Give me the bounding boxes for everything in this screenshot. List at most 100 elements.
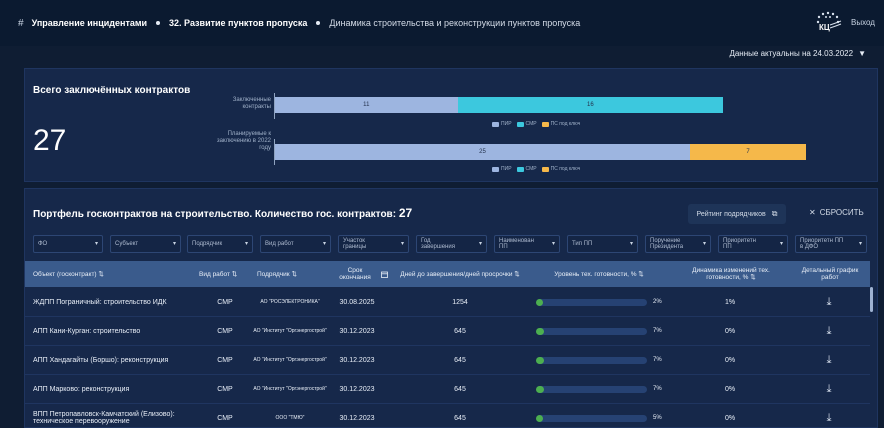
filter-contractor[interactable]: Подрядчик ▾ [187, 235, 253, 253]
chevron-down-icon: ▾ [478, 241, 482, 247]
readiness-progress-fill [536, 299, 543, 306]
filter-fo[interactable]: ФО ▾ [33, 235, 103, 253]
calendar-icon [381, 261, 391, 287]
legend-label: ПС под ключ [550, 121, 581, 127]
cell-dynamics: 0% [724, 385, 736, 393]
portfolio-title-text: Портфель госконтрактов на строительство.… [33, 209, 397, 220]
column-header-contractor[interactable]: Подрядчик ⇅ [257, 261, 321, 287]
readiness-progress-bar [536, 386, 647, 393]
cell-work-type: СМР [217, 298, 233, 306]
readiness-progress-fill [536, 415, 543, 422]
reset-label: СБРОСИТЬ [819, 208, 864, 217]
cell-contractor: АО "Институт "Оргэнергострой" [253, 327, 327, 334]
cell-readiness-value: 5% [653, 414, 662, 421]
reset-filters-button[interactable]: ✕ СБРОСИТЬ [809, 208, 864, 217]
column-header-object[interactable]: Объект (госконтракт) ⇅ [33, 261, 193, 287]
contractor-rating-button[interactable]: Рейтинг подрядчиков ⧉ [688, 204, 786, 224]
legend-label: СМР [525, 121, 537, 127]
bar-value-label: 7 [746, 149, 750, 155]
cell-contractor: АО "Институт "Оргэнергострой" [253, 356, 327, 363]
table-row[interactable]: АПП Марково: реконструкция СМР АО "Институ… [25, 375, 870, 404]
table-row[interactable]: АПП Кани-Курган: строительство СМР АО "Инс… [25, 317, 870, 346]
breadcrumb-separator [156, 21, 161, 25]
column-header-dynamics[interactable]: Динамика изменений тех. готовности, % ⇅ [679, 261, 783, 287]
download-icon[interactable]: ⤓ [817, 317, 841, 345]
chevron-down-icon: ▾ [629, 241, 633, 247]
bar-value-label: 16 [587, 102, 594, 108]
column-header-readiness[interactable]: Уровень тех. готовности, % ⇅ [525, 261, 673, 287]
summary-total: 27 [33, 124, 67, 157]
column-header-deadline[interactable]: Срок окончания [331, 261, 379, 287]
legend-label: ПС под ключ [550, 166, 581, 172]
column-header-days[interactable]: Дней до завершения/дней просрочки ⇅ [397, 261, 523, 287]
bar-value-label: 11 [363, 102, 370, 108]
table-header: Объект (госконтракт) ⇅ Вид работ ⇅ Подря… [25, 261, 870, 287]
readiness-progress-bar [536, 357, 647, 364]
filter-completion-year[interactable]: Год завершения ▾ [416, 235, 487, 253]
download-icon[interactable]: ⤓ [817, 288, 841, 316]
cell-object: АПП Кани-Курган: строительство [33, 327, 141, 335]
column-header-schedule: Детальный график работ [801, 267, 859, 281]
legend-swatch-turnkey [541, 121, 549, 127]
cell-deadline: 30.08.2025 [339, 298, 375, 306]
cell-days: 645 [454, 385, 466, 393]
top-bar: # Управление инцидентами 32. Развитие пу… [0, 0, 884, 46]
cell-dynamics: 1% [724, 298, 736, 306]
cell-work-type: СМР [217, 356, 233, 364]
breadcrumb: # Управление инцидентами 32. Развитие пу… [18, 18, 580, 29]
cell-dynamics: 0% [724, 356, 736, 364]
contracts-summary-panel: Всего заключённых контрактов 27 Заключен… [24, 68, 878, 182]
column-header-work-type[interactable]: Вид работ ⇅ [199, 261, 243, 287]
filter-label: Поручение Президента [650, 238, 684, 250]
download-icon[interactable]: ⤓ [817, 404, 841, 428]
table-scrollbar[interactable] [870, 287, 873, 312]
bar-value-label: 25 [479, 149, 486, 155]
chevron-down-icon: ▾ [858, 241, 862, 247]
filter-label: Субъект [115, 241, 139, 247]
hash-icon: # [18, 17, 24, 29]
download-icon[interactable]: ⤓ [817, 346, 841, 374]
filter-checkpoint-type[interactable]: Тип ПП ▾ [567, 235, 638, 253]
cell-contractor: АО "РОСЭЛЕКТРОНИКА" [260, 298, 320, 305]
table-row[interactable]: АПП Хандагайты (Боршо): реконструкция СМР… [25, 346, 870, 375]
bar-segment-pir: 25 [275, 144, 690, 160]
filter-border-section[interactable]: Участок границы ▾ [338, 235, 409, 253]
filter-work-type[interactable]: Вид работ ▾ [260, 235, 331, 253]
bar-planned: 25 7 [275, 144, 807, 160]
breadcrumb-current: Динамика строительства и реконструкции п… [329, 18, 581, 28]
logout-link[interactable]: Выход [851, 18, 875, 27]
readiness-progress-fill [536, 328, 544, 335]
data-actual-date[interactable]: Данные актуальны на 24.03.2022 ▼ [729, 47, 866, 59]
legend-label: ПИР [501, 166, 512, 172]
filter-checkpoint-name[interactable]: Наименован ПП ▾ [494, 235, 560, 253]
filter-priority-checkpoint[interactable]: Приоритетн ПП ▾ [718, 235, 788, 253]
cell-days: 645 [454, 327, 466, 335]
legend-swatch-pir [492, 121, 499, 127]
chevron-down-icon: ▾ [779, 241, 783, 247]
breadcrumb-checkpoints[interactable]: 32. Развитие пунктов пропуска [169, 18, 307, 28]
portfolio-title: Портфель госконтрактов на строительство.… [33, 206, 412, 220]
chevron-down-icon: ▼ [858, 48, 866, 58]
filter-president-order[interactable]: Поручение Президента ▾ [645, 235, 711, 253]
cell-deadline: 30.12.2023 [339, 356, 375, 364]
download-icon[interactable]: ⤓ [817, 375, 841, 403]
table-row[interactable]: ВПП Петропавловск-Камчатский (Елизово): … [25, 404, 870, 428]
legend-label: СМР [525, 166, 537, 172]
logo-icon: КЦ [816, 11, 842, 32]
legend-label: ПИР [501, 121, 512, 127]
bar-label-planned: Планируемые к заключению в 2022 году [216, 131, 271, 151]
legend-swatch-pir [492, 166, 499, 172]
portfolio-panel: Портфель госконтрактов на строительство.… [24, 188, 878, 428]
cell-object: АПП Марково: реконструкция [33, 385, 130, 393]
table-row[interactable]: ЖДПП Пограничный: строительство ИДК СМР АО… [25, 288, 870, 317]
filter-label: Вид работ [265, 241, 294, 247]
cell-readiness-value: 7% [653, 385, 662, 392]
filter-label: Приоритетн ПП в ДФО [800, 238, 844, 250]
cell-contractor: ООО "ТМЮ" [275, 414, 305, 421]
filter-subject[interactable]: Субъект ▾ [110, 235, 181, 253]
filter-priority-dfo[interactable]: Приоритетн ПП в ДФО ▾ [795, 235, 867, 253]
bar-segment-turnkey: 7 [690, 144, 807, 160]
breadcrumb-incidents[interactable]: Управление инцидентами [32, 18, 147, 28]
readiness-progress-bar [536, 415, 647, 422]
chevron-down-icon: ▾ [244, 241, 248, 247]
